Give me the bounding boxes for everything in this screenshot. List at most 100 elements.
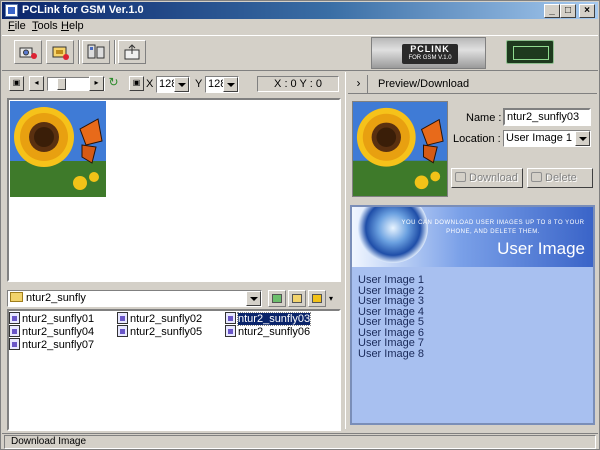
preview-thumbnail (352, 101, 448, 197)
delete-label: Delete (545, 172, 577, 184)
app-window: PCLink for GSM Ver.1.0 _ □ × File Tools … (0, 0, 600, 450)
chevron-down-icon[interactable] (575, 131, 590, 146)
user-image-slot[interactable]: User Image 3 (358, 296, 424, 307)
menu-file[interactable]: File (8, 20, 26, 32)
sim-button[interactable] (46, 40, 74, 64)
panel-title: Preview/Download (378, 78, 470, 90)
user-image-slot[interactable]: User Image 1 (358, 275, 424, 286)
folder-select-value: ntur2_sunfly (10, 292, 86, 304)
file-item[interactable]: ntur2_sunfly07 (9, 338, 94, 352)
sim-card-icon (52, 46, 69, 60)
menu-tools-label: ools (37, 20, 58, 32)
chevron-right-icon[interactable]: › (350, 75, 368, 93)
delete-icon (531, 172, 542, 182)
user-image-slot[interactable]: User Image 8 (358, 348, 424, 360)
download-icon (455, 172, 466, 182)
export-button[interactable] (118, 40, 146, 64)
chevron-down-icon[interactable] (174, 77, 189, 92)
caret-down-icon[interactable]: ▾ (329, 294, 333, 303)
menu-help-label: elp (68, 20, 84, 32)
sunflower-image (10, 101, 106, 197)
file-list: ntur2_sunfly01 ntur2_sunfly02 ntur2_sunf… (7, 309, 341, 431)
view-menu-button[interactable] (308, 290, 326, 307)
preview-download-panel: › Preview/Download Name : Location : Use… (345, 72, 598, 429)
capture-button[interactable] (14, 40, 42, 64)
image-file-icon (117, 312, 128, 324)
name-label: Name : (466, 112, 502, 124)
file-name: ntur2_sunfly01 (22, 313, 95, 325)
file-item[interactable]: ntur2_sunfly04 (9, 325, 94, 339)
minimize-button[interactable]: _ (544, 4, 560, 18)
image-toolbar: ▣ ◂ ▸ ↻ ▣ X 128 Y 128 X : 0 Y : 0 (5, 74, 341, 94)
camera-icon (19, 47, 37, 59)
window-title: PCLink for GSM Ver.1.0 (22, 4, 144, 16)
menu-help[interactable]: Help (61, 20, 84, 32)
crop-icon[interactable]: ▣ (129, 76, 144, 91)
user-image-slot[interactable]: User Image 7 (358, 338, 424, 349)
image-file-icon (9, 312, 20, 324)
image-file-icon (9, 338, 20, 350)
location-select[interactable]: User Image 1 (503, 130, 591, 147)
menu-file-hotkey: F (8, 20, 15, 32)
scroll-left-button[interactable]: ◂ (29, 76, 44, 91)
fit-icon[interactable]: ▣ (9, 76, 24, 91)
y-label: Y (195, 78, 203, 90)
menu-bar: File Tools Help (2, 19, 598, 35)
download-label: Download (469, 172, 518, 184)
folder-name: ntur2_sunfly (26, 292, 86, 304)
banner-title: User Image (497, 239, 585, 258)
status-text: Download Image (4, 435, 596, 449)
toolbar-separator (114, 40, 116, 64)
maximize-button[interactable]: □ (560, 4, 576, 18)
image-file-icon (225, 312, 236, 324)
folder-select[interactable]: ntur2_sunfly (7, 290, 262, 307)
file-item[interactable]: ntur2_sunfly05 (117, 325, 202, 339)
folder-up-button[interactable] (268, 290, 286, 307)
close-button[interactable]: × (579, 4, 595, 18)
location-value: User Image 1 (506, 132, 573, 144)
phone-transfer-icon (87, 44, 105, 59)
menu-tools[interactable]: Tools (32, 20, 58, 32)
image-file-icon (117, 325, 128, 337)
new-folder-button[interactable] (288, 290, 306, 307)
name-input[interactable] (503, 108, 591, 126)
phone-status-button[interactable] (506, 40, 554, 64)
file-item[interactable]: ntur2_sunfly06 (225, 325, 310, 339)
user-image-slot[interactable]: User Image 5 (358, 317, 424, 328)
file-item-selected[interactable]: ntur2_sunfly03 (225, 312, 312, 326)
folder-up-icon (272, 294, 282, 303)
location-label: Location : (453, 133, 501, 145)
user-image-banner: YOU CAN DOWNLOAD USER IMAGES UP TO 8 TO … (352, 207, 593, 267)
panel-header: › Preview/Download (348, 74, 597, 94)
banner-description: YOU CAN DOWNLOAD USER IMAGES UP TO 8 TO … (401, 220, 585, 235)
slider-thumb[interactable] (57, 78, 66, 90)
image-file-icon (225, 325, 236, 337)
pclink-logo: PCLINK FOR GSM V.1.0 (371, 37, 486, 69)
y-size-select[interactable]: 128 (205, 76, 239, 93)
image-editor-canvas[interactable] (7, 98, 341, 282)
file-name: ntur2_sunfly06 (238, 326, 311, 338)
view-menu-icon (312, 294, 322, 303)
refresh-icon[interactable]: ↻ (106, 76, 121, 91)
menu-file-label: ile (14, 20, 26, 32)
chevron-down-icon[interactable] (246, 291, 261, 306)
title-bar[interactable]: PCLink for GSM Ver.1.0 _ □ × (2, 2, 598, 19)
logo-sub-text: FOR GSM V.1.0 (408, 55, 452, 61)
export-icon (124, 44, 140, 60)
menu-help-hotkey: H (61, 20, 69, 32)
file-item[interactable]: ntur2_sunfly01 (9, 312, 94, 326)
file-name: ntur2_sunfly03 (236, 312, 312, 326)
chevron-down-icon[interactable] (223, 77, 238, 92)
logo-badge: PCLINK FOR GSM V.1.0 (402, 44, 458, 64)
scroll-right-button[interactable]: ▸ (89, 76, 104, 91)
download-button[interactable]: Download (451, 168, 523, 188)
app-icon (5, 4, 18, 17)
file-name: ntur2_sunfly05 (130, 326, 203, 338)
file-name: ntur2_sunfly02 (130, 313, 203, 325)
file-name: ntur2_sunfly07 (22, 339, 95, 351)
user-image-panel: YOU CAN DOWNLOAD USER IMAGES UP TO 8 TO … (350, 205, 595, 425)
phone-transfer-button[interactable] (82, 40, 110, 64)
file-item[interactable]: ntur2_sunfly02 (117, 312, 202, 326)
delete-button[interactable]: Delete (527, 168, 593, 188)
x-size-select[interactable]: 128 (156, 76, 190, 93)
